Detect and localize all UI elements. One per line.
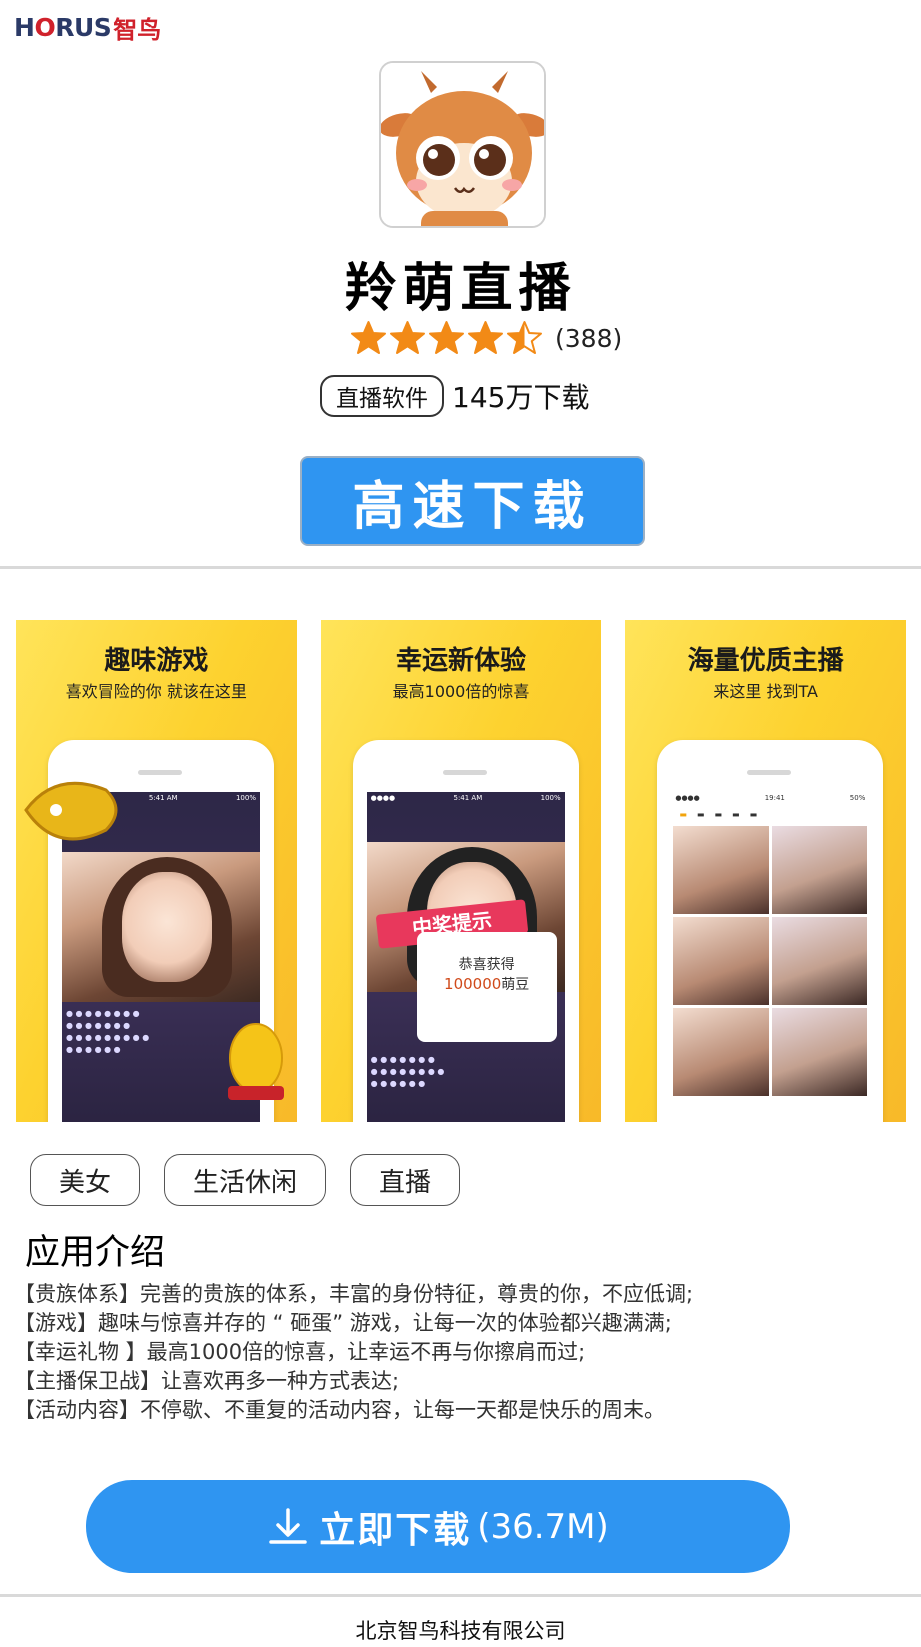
- screenshot-title: 趣味游戏: [104, 646, 209, 676]
- logo-chinese: 智鸟: [113, 15, 162, 44]
- tag[interactable]: 美女: [30, 1154, 141, 1206]
- download-icon: [269, 1507, 307, 1544]
- intro-line: 【活动内容】不停歇、不重复的活动内容，让每一天都是快乐的周末。: [14, 1398, 665, 1422]
- intro-line: 【主播保卫战】让喜欢再多一种方式表达;: [14, 1369, 400, 1393]
- logo-letter: H: [14, 12, 35, 42]
- star-full-icon: [390, 320, 425, 354]
- phone-mockup: ●●●● 19:41 50% ▬ ▬ ▬ ▬ ▬: [657, 740, 884, 1122]
- app-meta: 直播软件 145万下载: [320, 374, 589, 418]
- prize-card: 恭喜获得 100000萌豆: [416, 932, 557, 1042]
- intro-line: 【游戏】趣味与惊喜并存的 “ 砸蛋” 游戏，让每一次的体验都兴趣满满;: [14, 1311, 672, 1335]
- app-title: 羚萌直播: [344, 259, 577, 319]
- screenshot-subtitle: 最高1000倍的惊喜: [392, 682, 530, 701]
- prize-amount: 100000: [444, 975, 502, 993]
- star-rating: [350, 320, 543, 357]
- high-speed-download-button[interactable]: 高速下载: [300, 456, 645, 546]
- gold-fish-decoration-icon: [24, 781, 118, 841]
- app-icon: [379, 61, 546, 228]
- rating: (388): [350, 318, 622, 358]
- phone-screen: ●●●● 19:41 50% ▬ ▬ ▬ ▬ ▬: [671, 792, 870, 1122]
- rating-count: (388): [555, 323, 623, 353]
- divider: [0, 566, 921, 569]
- screenshot-3[interactable]: 海量优质主播 来这里 找到TA ●●●● 19:41 50% ▬ ▬ ▬ ▬ ▬: [625, 620, 907, 1122]
- deer-icon: [381, 63, 544, 226]
- prize-unit: 萌豆: [501, 977, 530, 993]
- screenshot-subtitle: 喜欢冒险的你 就该在这里: [65, 682, 247, 701]
- screenshot-gallery[interactable]: 趣味游戏 喜欢冒险的你 就该在这里 ●●●●5:41 AM100% ● ● ● …: [16, 620, 907, 1122]
- golden-egg-icon: [228, 1023, 284, 1100]
- tag[interactable]: 生活休闲: [164, 1154, 327, 1206]
- star-half-icon: [507, 320, 542, 354]
- intro-body: 【贵族体系】完善的贵族的体系，丰富的身份特征，尊贵的你，不应低调; 【游戏】趣味…: [14, 1280, 904, 1425]
- phone-screen: ●●●● 5:41 AM 100% 中奖提示 恭喜获得 100000萌豆 ● ● ●…: [366, 792, 565, 1122]
- logo-letters: RUS: [55, 12, 112, 42]
- phone-mockup: ●●●● 5:41 AM 100% 中奖提示 恭喜获得 100000萌豆 ● ● ●…: [352, 740, 579, 1122]
- tag[interactable]: 直播: [350, 1154, 461, 1206]
- download-size: (36.7M): [477, 1506, 609, 1547]
- screenshot-title: 海量优质主播: [687, 646, 844, 676]
- intro-line: 【幸运礼物 】最高1000倍的惊喜，让幸运不再与你擦肩而过;: [14, 1340, 586, 1364]
- download-now-label: 立即下载: [319, 1509, 472, 1551]
- star-full-icon: [351, 320, 386, 354]
- intro-line: 【贵族体系】完善的贵族的体系，丰富的身份特征，尊贵的你，不应低调;: [14, 1282, 694, 1306]
- category-badge[interactable]: 直播软件: [320, 375, 444, 417]
- divider: [0, 1594, 921, 1597]
- star-full-icon: [468, 320, 503, 354]
- footer-company: 北京智鸟科技有限公司: [355, 1619, 566, 1643]
- screenshot-subtitle: 来这里 找到TA: [713, 682, 818, 701]
- download-count: 145万下载: [452, 381, 590, 414]
- logo-letter-o: O: [34, 12, 56, 42]
- intro-heading: 应用介绍: [25, 1233, 166, 1273]
- horus-logo: HORUS 智鸟: [14, 12, 162, 44]
- download-now-button[interactable]: 立即下载 (36.7M): [86, 1480, 790, 1573]
- star-full-icon: [429, 320, 464, 354]
- screenshot-title: 幸运新体验: [396, 646, 527, 676]
- prize-card-line: 恭喜获得: [458, 957, 515, 973]
- screenshot-2[interactable]: 幸运新体验 最高1000倍的惊喜 ●●●● 5:41 AM 100% 中奖提示 恭喜…: [320, 620, 602, 1122]
- tag-list: 美女 生活休闲 直播: [30, 1154, 461, 1206]
- screenshot-1[interactable]: 趣味游戏 喜欢冒险的你 就该在这里 ●●●●5:41 AM100% ● ● ● …: [16, 620, 297, 1122]
